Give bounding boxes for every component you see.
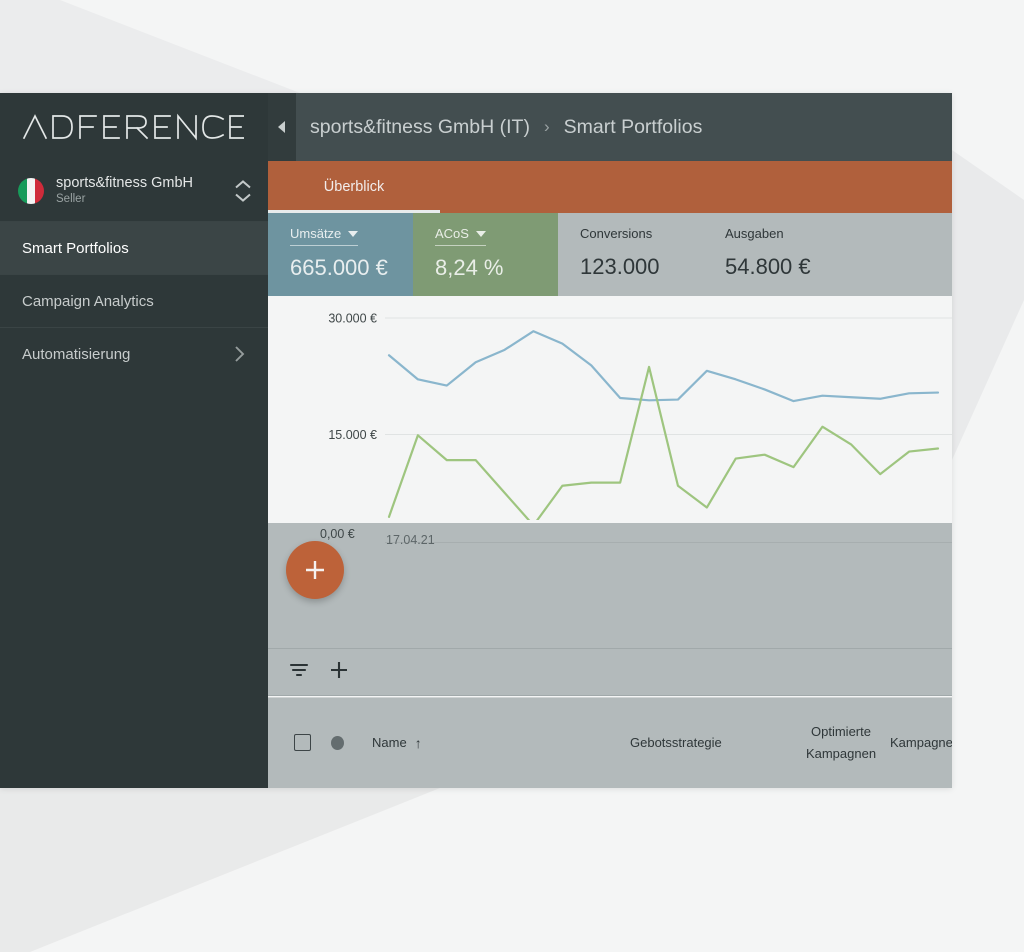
- zero-gridline: [385, 542, 952, 543]
- sidebar-collapse-button[interactable]: [268, 93, 296, 161]
- sidebar-item-label: Smart Portfolios: [22, 239, 129, 257]
- breadcrumb-separator-icon: ›: [543, 117, 550, 136]
- add-portfolio-fab[interactable]: [286, 541, 344, 599]
- kpi-label[interactable]: Umsätze: [290, 226, 359, 246]
- chart-series-umsaetze: [387, 330, 940, 403]
- account-role: Seller: [56, 193, 86, 205]
- column-header-optimized-campaigns[interactable]: Optimierte Kampagnen: [795, 721, 887, 765]
- chart-series-ausgaben: [387, 365, 940, 520]
- kpi-card-acos[interactable]: ACoS 8,24 %: [413, 213, 558, 296]
- breadcrumb-item-page[interactable]: Smart Portfolios: [564, 116, 703, 139]
- adference-logo-icon: [22, 113, 244, 141]
- column-header-label: Name: [372, 735, 407, 750]
- column-header-label-line2: Kampagnen: [805, 745, 877, 761]
- sidebar-item-smart-portfolios[interactable]: Smart Portfolios: [0, 221, 268, 274]
- chevron-right-icon: [235, 346, 245, 362]
- x-axis-tick-label: 17.04.21: [386, 533, 435, 547]
- breadcrumb-item-account[interactable]: sports&fitness GmbH (IT): [310, 116, 530, 139]
- kpi-label-text: Ausgaben: [725, 226, 784, 241]
- sidebar: ADFERENCE sports&fitness GmbH Seller Sma…: [0, 93, 268, 788]
- brand-logo[interactable]: ADFERENCE: [0, 93, 268, 161]
- sidebar-item-campaign-analytics[interactable]: Campaign Analytics: [0, 274, 268, 327]
- column-header-label-line1: Optimierte: [811, 723, 871, 739]
- kpi-card-umsaetze[interactable]: Umsätze 665.000 €: [268, 213, 413, 296]
- sidebar-item-label: Campaign Analytics: [22, 292, 154, 310]
- breadcrumb: sports&fitness GmbH (IT) › Smart Portfol…: [296, 116, 702, 139]
- main-content: sports&fitness GmbH (IT) › Smart Portfol…: [268, 93, 952, 788]
- sort-ascending-icon: ↑: [414, 734, 422, 751]
- filter-icon[interactable]: [288, 660, 310, 685]
- kpi-label-text: Umsätze: [290, 226, 342, 241]
- caret-left-icon: [277, 121, 285, 133]
- kpi-card-conversions[interactable]: Conversions 123.000: [558, 213, 703, 296]
- column-header-bid-strategy[interactable]: Gebotsstrategie: [630, 735, 722, 750]
- kpi-label[interactable]: ACoS: [435, 226, 486, 246]
- add-row-icon[interactable]: [328, 659, 350, 686]
- italy-flag-icon: [18, 178, 44, 204]
- account-switcher[interactable]: sports&fitness GmbH Seller: [0, 161, 268, 221]
- breadcrumb-bar: sports&fitness GmbH (IT) › Smart Portfol…: [268, 93, 952, 161]
- kpi-value: 54.800 €: [725, 254, 811, 279]
- table-header-row: Name ↑ Gebotsstrategie Optimierte Kampag…: [268, 697, 952, 788]
- account-chevrons[interactable]: [234, 179, 252, 203]
- y-axis-tick-zero: 0,00 €: [320, 527, 355, 541]
- sidebar-item-label: Automatisierung: [22, 345, 131, 363]
- tab-uberblick[interactable]: Überblick: [268, 161, 440, 213]
- app-window: ADFERENCE sports&fitness GmbH Seller Sma…: [0, 93, 952, 788]
- table-toolbar: [268, 648, 952, 696]
- y-axis-tick-label: 15.000 €: [328, 428, 377, 442]
- chevron-down-icon: [235, 193, 251, 202]
- plus-icon: [306, 561, 324, 579]
- kpi-label: Conversions: [580, 226, 652, 245]
- kpi-card-ausgaben[interactable]: Ausgaben 54.800 €: [703, 213, 952, 296]
- chart-canvas: 30.000 € 15.000 €: [328, 312, 952, 520]
- kpi-label: Ausgaben: [725, 226, 784, 245]
- chevron-up-icon: [235, 180, 251, 189]
- caret-down-icon: [475, 230, 486, 237]
- performance-chart[interactable]: 30.000 € 15.000 €: [268, 296, 952, 520]
- column-header-name[interactable]: Name ↑: [372, 735, 422, 751]
- account-name: sports&fitness GmbH: [56, 175, 193, 191]
- select-all-checkbox[interactable]: [294, 734, 311, 751]
- kpi-label-text: Conversions: [580, 226, 653, 241]
- column-header-campaign[interactable]: Kampagne: [890, 735, 952, 750]
- y-axis-tick-label: 30.000 €: [328, 312, 377, 326]
- status-dot-icon[interactable]: [331, 735, 344, 750]
- tab-label: Überblick: [323, 179, 385, 195]
- table-header-divider: [268, 697, 952, 698]
- kpi-value: 123.000: [580, 254, 660, 279]
- sidebar-item-automatisierung[interactable]: Automatisierung: [0, 327, 268, 380]
- chart-footer-overlay: 0,00 € 17.04.21: [268, 523, 952, 648]
- kpi-value: 8,24 %: [435, 255, 504, 280]
- kpi-row: Umsätze 665.000 € ACoS 8,24 % Conversion…: [268, 213, 952, 296]
- kpi-value: 665.000 €: [290, 255, 388, 280]
- caret-down-icon: [348, 230, 359, 237]
- kpi-label-text: ACoS: [435, 226, 469, 241]
- account-text: sports&fitness GmbH Seller: [56, 175, 222, 207]
- tab-bar: Überblick: [268, 161, 952, 213]
